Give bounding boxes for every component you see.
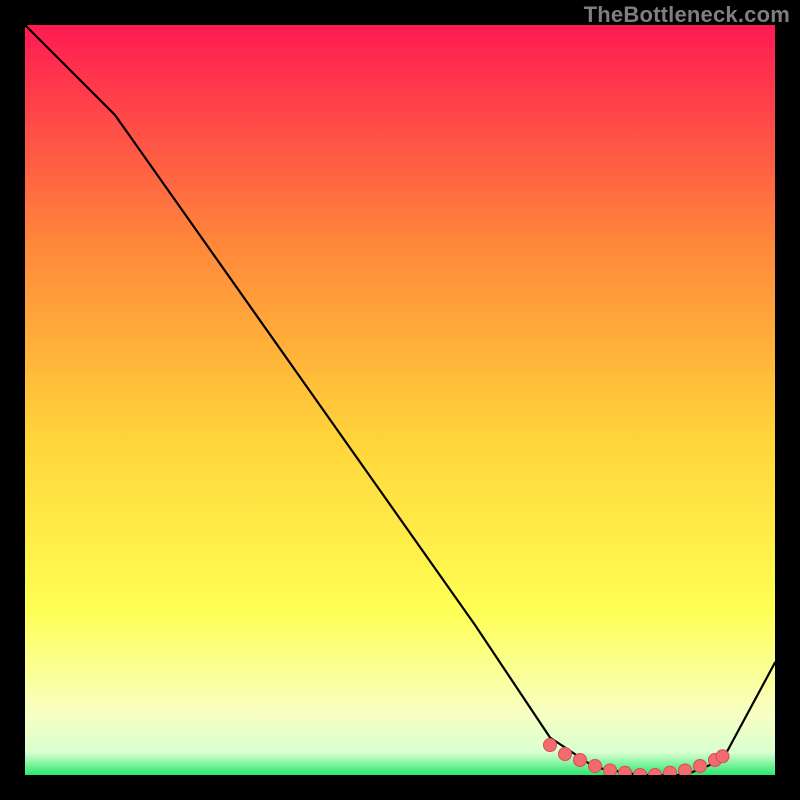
chart-stage: TheBottleneck.com xyxy=(0,0,800,800)
marker-dot xyxy=(559,748,572,761)
marker-dot xyxy=(604,764,617,775)
marker-dot xyxy=(574,754,587,767)
marker-dot xyxy=(589,760,602,773)
marker-dot xyxy=(694,760,707,773)
chart-svg xyxy=(25,25,775,775)
marker-dot xyxy=(619,766,632,775)
marker-dot xyxy=(664,766,677,775)
gradient-background xyxy=(25,25,775,775)
marker-dot xyxy=(679,764,692,775)
marker-dot xyxy=(544,739,557,752)
marker-dot xyxy=(716,750,729,763)
plot-area xyxy=(25,25,775,775)
watermark-label: TheBottleneck.com xyxy=(584,2,790,28)
